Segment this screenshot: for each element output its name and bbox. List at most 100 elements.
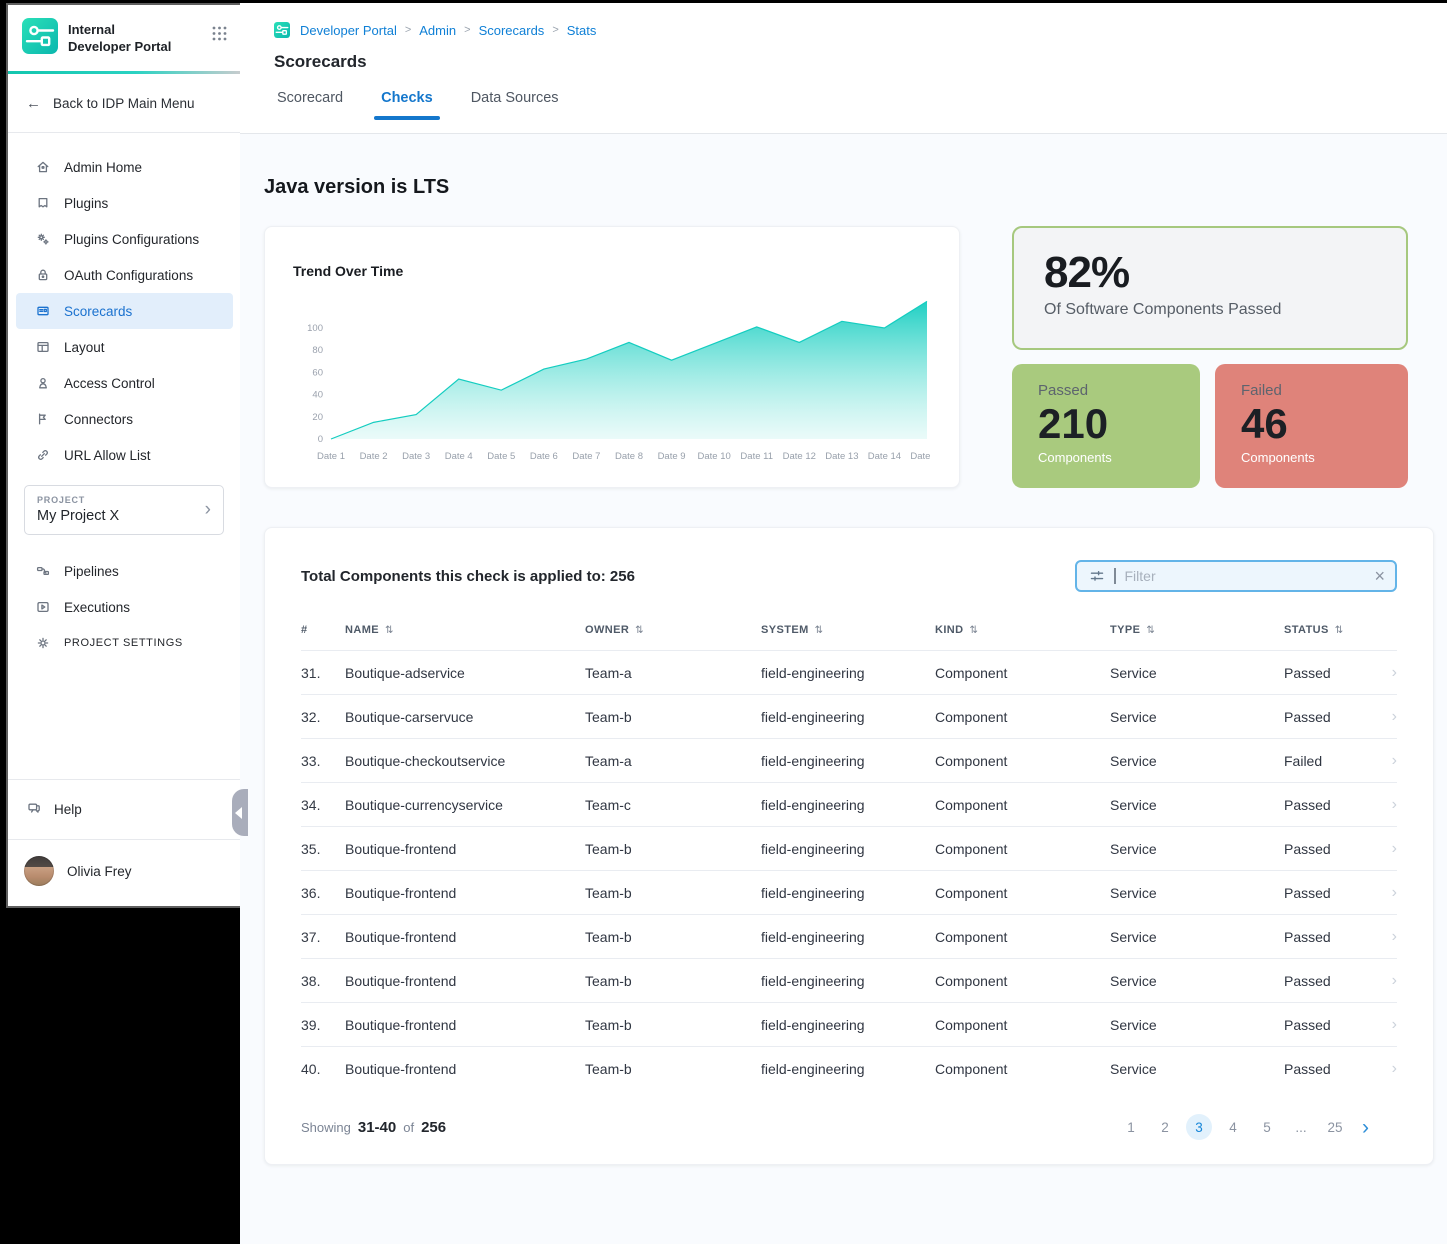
check-name-heading: Java version is LTS bbox=[264, 176, 1434, 199]
table-row[interactable]: 40. Boutique-frontend Team-b field-engin… bbox=[301, 1046, 1397, 1090]
cell-kind: Component bbox=[935, 885, 1110, 901]
cell-owner: Team-b bbox=[585, 1017, 761, 1033]
user-menu[interactable]: Olivia Frey bbox=[8, 840, 240, 906]
cell-kind: Component bbox=[935, 1017, 1110, 1033]
cell-name: Boutique-frontend bbox=[345, 1061, 585, 1077]
cell-type: Service bbox=[1110, 973, 1284, 989]
table-row[interactable]: 32. Boutique-carservuce Team-b field-eng… bbox=[301, 694, 1397, 738]
sidebar-item-access-control[interactable]: Access Control bbox=[16, 365, 233, 401]
cell-status: Passed bbox=[1284, 885, 1383, 901]
app-logo: Internal Developer Portal bbox=[8, 5, 240, 71]
table-row[interactable]: 31. Boutique-adservice Team-a field-engi… bbox=[301, 650, 1397, 694]
app-switcher-icon[interactable] bbox=[211, 25, 228, 47]
table-row[interactable]: 35. Boutique-frontend Team-b field-engin… bbox=[301, 826, 1397, 870]
svg-text:Date 7: Date 7 bbox=[572, 451, 600, 462]
table-row[interactable]: 36. Boutique-frontend Team-b field-engin… bbox=[301, 870, 1397, 914]
table-row[interactable]: 39. Boutique-frontend Team-b field-engin… bbox=[301, 1002, 1397, 1046]
cell-kind: Component bbox=[935, 929, 1110, 945]
cell-index: 36. bbox=[301, 885, 345, 901]
svg-text:Date 15: Date 15 bbox=[910, 451, 933, 462]
filter-sliders-icon[interactable] bbox=[1089, 568, 1105, 584]
sort-icon: ⇅ bbox=[1335, 625, 1344, 636]
column-header-type[interactable]: TYPE⇅ bbox=[1110, 624, 1284, 636]
text-caret bbox=[1114, 568, 1116, 584]
app-title: Internal Developer Portal bbox=[68, 22, 201, 56]
connector-icon bbox=[35, 411, 51, 427]
cell-system: field-engineering bbox=[761, 665, 935, 681]
cell-owner: Team-c bbox=[585, 797, 761, 813]
sidebar-item-scorecards[interactable]: Scorecards bbox=[16, 293, 233, 329]
svg-text:Date 12: Date 12 bbox=[783, 451, 816, 462]
cell-status: Passed bbox=[1284, 665, 1383, 681]
sidebar-item-executions[interactable]: Executions bbox=[16, 589, 233, 625]
passed-caption: Components bbox=[1038, 450, 1176, 465]
column-header-owner[interactable]: OWNER⇅ bbox=[585, 624, 761, 636]
page-3[interactable]: 3 bbox=[1186, 1114, 1212, 1140]
sidebar-item-oauth-configurations[interactable]: OAuth Configurations bbox=[16, 257, 233, 293]
column-header-name[interactable]: NAME⇅ bbox=[345, 624, 585, 636]
column-header-status[interactable]: STATUS⇅ bbox=[1284, 624, 1383, 636]
sidebar-item-layout[interactable]: Layout bbox=[16, 329, 233, 365]
back-arrow-icon: ← bbox=[26, 95, 41, 112]
table-row[interactable]: 34. Boutique-currencyservice Team-c fiel… bbox=[301, 782, 1397, 826]
tab-scorecard[interactable]: Scorecard bbox=[277, 90, 343, 120]
breadcrumb-admin[interactable]: Admin bbox=[419, 23, 456, 38]
sidebar-item-connectors[interactable]: Connectors bbox=[16, 401, 233, 437]
tab-checks[interactable]: Checks bbox=[381, 90, 433, 120]
layout-icon bbox=[35, 339, 51, 355]
project-name: My Project X bbox=[37, 508, 205, 524]
page-header: Developer Portal > Admin > Scorecards > … bbox=[240, 3, 1447, 134]
sidebar-item-pipelines[interactable]: Pipelines bbox=[16, 553, 233, 589]
row-chevron-icon: › bbox=[1383, 884, 1397, 902]
cell-kind: Component bbox=[935, 797, 1110, 813]
column-header-: # bbox=[301, 624, 345, 636]
tab-bar: Scorecard Checks Data Sources bbox=[277, 90, 1447, 120]
trend-chart: 020406080100Date 1Date 2Date 3Date 4Date… bbox=[293, 293, 931, 482]
table-title: Total Components this check is applied t… bbox=[301, 568, 635, 585]
trend-card: Trend Over Time 020406080100Date 1Date 2… bbox=[264, 226, 960, 488]
sidebar-item-url-allow-list[interactable]: URL Allow List bbox=[16, 437, 233, 473]
page-ellipsis: ... bbox=[1288, 1114, 1314, 1140]
column-header-system[interactable]: SYSTEM⇅ bbox=[761, 624, 935, 636]
svg-text:80: 80 bbox=[312, 345, 323, 356]
table-row[interactable]: 33. Boutique-checkoutservice Team-a fiel… bbox=[301, 738, 1397, 782]
svg-text:Date 1: Date 1 bbox=[317, 451, 345, 462]
project-selector[interactable]: PROJECT My Project X › bbox=[24, 485, 224, 535]
filter-input[interactable] bbox=[1125, 568, 1366, 584]
clear-filter-icon[interactable]: × bbox=[1374, 567, 1385, 585]
cell-kind: Component bbox=[935, 709, 1110, 725]
cell-kind: Component bbox=[935, 973, 1110, 989]
cell-status: Passed bbox=[1284, 1061, 1383, 1077]
sidebar-item-plugins[interactable]: Plugins bbox=[16, 185, 233, 221]
cell-kind: Component bbox=[935, 841, 1110, 857]
sidebar-collapse-handle[interactable] bbox=[232, 789, 248, 836]
next-page-icon[interactable]: › bbox=[1362, 1117, 1369, 1138]
breadcrumb-developer-portal[interactable]: Developer Portal bbox=[300, 23, 397, 38]
breadcrumb-stats[interactable]: Stats bbox=[567, 23, 597, 38]
svg-text:Date 6: Date 6 bbox=[530, 451, 558, 462]
cell-index: 34. bbox=[301, 797, 345, 813]
cell-owner: Team-b bbox=[585, 709, 761, 725]
help-button[interactable]: Help bbox=[8, 779, 240, 840]
back-to-main-menu[interactable]: ← Back to IDP Main Menu bbox=[8, 74, 240, 133]
breadcrumb-scorecards[interactable]: Scorecards bbox=[479, 23, 545, 38]
cell-system: field-engineering bbox=[761, 841, 935, 857]
sidebar-item-admin-home[interactable]: Admin Home bbox=[16, 149, 233, 185]
failed-card: Failed 46 Components bbox=[1215, 364, 1408, 488]
failed-caption: Components bbox=[1241, 450, 1384, 465]
cell-index: 40. bbox=[301, 1061, 345, 1077]
column-header-kind[interactable]: KIND⇅ bbox=[935, 624, 1110, 636]
table-row[interactable]: 38. Boutique-frontend Team-b field-engin… bbox=[301, 958, 1397, 1002]
breadcrumb: Developer Portal > Admin > Scorecards > … bbox=[274, 22, 1447, 38]
sidebar-item-plugins-configurations[interactable]: Plugins Configurations bbox=[16, 221, 233, 257]
page-4[interactable]: 4 bbox=[1220, 1114, 1246, 1140]
page-1[interactable]: 1 bbox=[1118, 1114, 1144, 1140]
table-row[interactable]: 37. Boutique-frontend Team-b field-engin… bbox=[301, 914, 1397, 958]
page-5[interactable]: 5 bbox=[1254, 1114, 1280, 1140]
page-2[interactable]: 2 bbox=[1152, 1114, 1178, 1140]
gear-icon bbox=[35, 635, 51, 651]
sidebar-item-project-settings[interactable]: PROJECT SETTINGS bbox=[16, 625, 233, 661]
tab-data-sources[interactable]: Data Sources bbox=[471, 90, 559, 120]
row-chevron-icon: › bbox=[1383, 1016, 1397, 1034]
page-25[interactable]: 25 bbox=[1322, 1114, 1348, 1140]
